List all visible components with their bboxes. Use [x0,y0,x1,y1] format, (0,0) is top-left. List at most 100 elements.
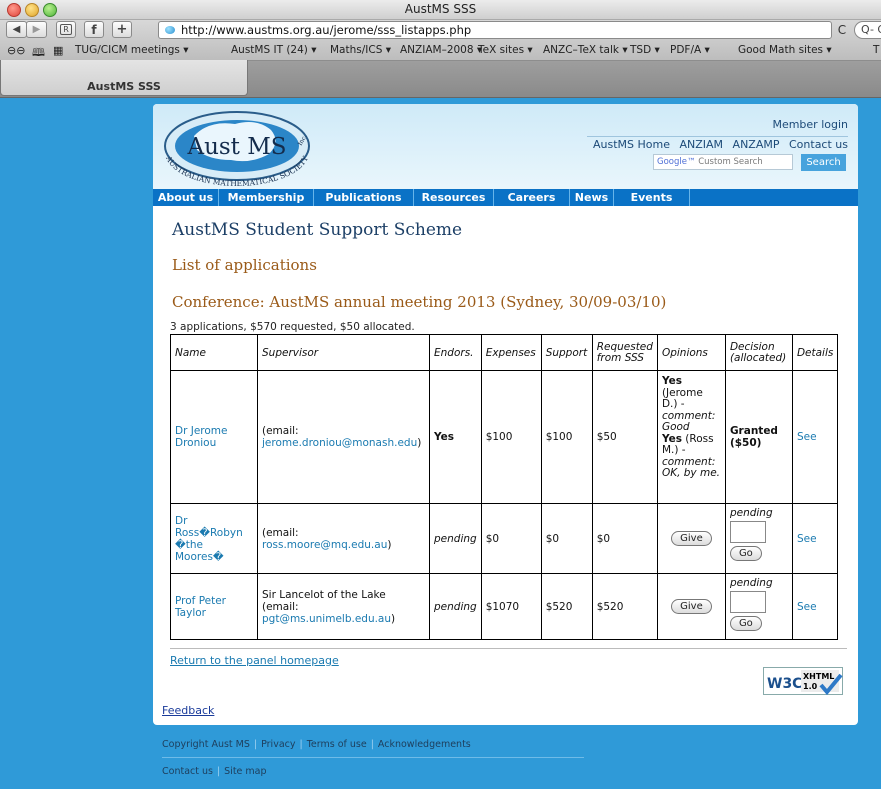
bookmark-austms-it[interactable]: AustMS IT (24) ▾ [231,44,317,56]
supervisor-email-link[interactable]: ross.moore@mq.edu.au [262,539,387,551]
address-bar[interactable]: http://www.austms.org.au/jerome/sss_list… [158,21,832,39]
austms-logo[interactable]: Aust MS AUSTRALIAN MATHEMATICAL SOCIETY … [153,108,329,190]
supervisor-cell: (email: jerome.droniou@monash.edu) [257,370,430,504]
back-arrow-icon: ◀ [12,24,21,35]
details-see-link[interactable]: See [797,601,817,613]
feedback-link[interactable]: Feedback [162,704,214,717]
content-divider [170,648,847,649]
supervisor-email-close: ) [387,538,392,551]
return-homepage-link[interactable]: Return to the panel homepage [170,654,339,667]
table-row: Dr Jerome Droniou (email: jerome.droniou… [170,370,839,504]
tab-bar: AustMS SSS [0,60,881,98]
toplink-contact-us[interactable]: Contact us [789,138,848,151]
page-title: AustMS Student Support Scheme [172,220,463,240]
supervisor-cell: (email: ross.moore@mq.edu.au) [257,503,430,574]
w3c-xhtml-badge[interactable]: W3C XHTML 1.0 [763,667,843,695]
opinion-author: (Jerome D.) - [661,386,703,410]
footer-links-primary: Copyright Aust MS | Privacy | Terms of use | A… [162,739,471,750]
browser-search-field[interactable]: Q- Goo [854,21,881,39]
nav-resources[interactable]: Resources [414,189,494,206]
table-row: Prof Peter Taylor Sir Lancelot of the La… [170,573,839,640]
bookmark-good-math-sites[interactable]: Good Math sites ▾ [738,44,832,56]
applications-table: Name Supervisor Endors. Expenses Support… [170,334,839,640]
footer-links-secondary: Contact us | Site map [162,766,267,777]
bookmark-truncated[interactable]: T [873,44,879,56]
opinion-comment: comment: OK, by me. [661,455,721,479]
nav-publications[interactable]: Publications [314,189,414,206]
nav-news[interactable]: News [570,189,614,206]
supervisor-email-label: (email: [262,526,299,539]
applicant-name-link[interactable]: Dr Ross�Robyn �the Moores� [175,515,243,563]
search-brand: Google™ [657,157,696,167]
bookmark-pdfa[interactable]: PDF/A ▾ [670,44,710,56]
allocation-input[interactable] [729,521,766,543]
supervisor-cell: Sir Lancelot of the Lake (email: pgt@ms.… [257,573,430,640]
tab-title: AustMS SSS [87,80,161,93]
bookmarklet-f-button[interactable]: f [84,21,104,38]
supervisor-email-close: ) [391,612,396,625]
details-see-link[interactable]: See [797,431,817,443]
footer-sitemap-link[interactable]: Site map [224,766,266,777]
applicant-name-link[interactable]: Prof Peter Taylor [175,595,226,619]
top-sites-grid-icon[interactable]: ▦ [53,44,63,57]
nav-membership[interactable]: Membership [219,189,314,206]
decision-cell: pending Go [724,573,793,640]
footer-contact-link[interactable]: Contact us [162,766,213,777]
decision-status: pending [729,577,773,589]
decision-cell: pending Go [724,503,793,574]
bookmark-tex-sites[interactable]: TeX sites ▾ [478,44,533,56]
member-login-link[interactable]: Member login [772,118,848,131]
endorsement-cell: Yes [429,370,482,504]
give-opinion-button[interactable]: Give [671,531,712,546]
details-see-link[interactable]: See [797,533,817,545]
support-cell: $520 [540,573,593,640]
applications-summary: 3 applications, $570 requested, $50 allo… [170,321,415,333]
footer-acknowledgements-link[interactable]: Acknowledgements [378,739,471,750]
footer-divider [162,757,584,758]
nav-events[interactable]: Events [614,189,690,206]
expenses-cell: $1070 [480,573,542,640]
supervisor-email-label: (email: [262,425,299,437]
supervisor-email-link[interactable]: pgt@ms.unimelb.edu.au [262,613,391,625]
page-content: Aust MS AUSTRALIAN MATHEMATICAL SOCIETY … [153,104,858,725]
applicant-name-link[interactable]: Dr Jerome Droniou [175,425,228,449]
glasses-icon[interactable]: ⊖⊖ [7,44,25,57]
give-opinion-button[interactable]: Give [671,599,712,614]
toplink-anzamp[interactable]: ANZAMP [733,138,780,151]
site-search-button[interactable]: Search [801,154,846,171]
table-row: Dr Ross�Robyn �the Moores� (email: ross.… [170,503,839,574]
header-endors: Endors. [429,334,482,371]
supervisor-email-link[interactable]: jerome.droniou@monash.edu [262,437,417,449]
footer-privacy-link[interactable]: Privacy [261,739,295,750]
site-header: Aust MS AUSTRALIAN MATHEMATICAL SOCIETY … [153,104,858,189]
bookmark-tug-cicm[interactable]: TUG/CICM meetings ▾ [75,44,189,56]
site-search-input[interactable]: Google™ Custom Search [653,154,793,170]
opinions-cell: Give [656,573,726,640]
decision-status: pending [729,507,773,519]
nav-careers[interactable]: Careers [494,189,570,206]
toplink-austms-home[interactable]: AustMS Home [593,138,670,151]
window-titlebar: AustMS SSS [0,0,881,20]
forward-button[interactable]: ▶ [26,21,47,38]
back-button[interactable]: ◀ [6,21,27,38]
reader-button[interactable]: R [56,21,76,38]
site-globe-icon [165,26,175,34]
toplink-anziam[interactable]: ANZIAM [679,138,723,151]
bookmark-tsd[interactable]: TSD ▾ [630,44,660,56]
footer-terms-link[interactable]: Terms of use [307,739,367,750]
supervisor-email-close: ) [417,437,422,449]
conference-heading: Conference: AustMS annual meeting 2013 (… [172,293,667,311]
new-tab-button[interactable]: + [112,21,132,38]
go-button[interactable]: Go [729,616,762,631]
endorsement-cell: pending [429,573,482,640]
bookmark-anzc-tex-talk[interactable]: ANZC–TeX talk ▾ [543,44,628,56]
svg-text:1.0: 1.0 [803,682,818,691]
allocation-input[interactable] [729,591,766,613]
nav-about-us[interactable]: About us [153,189,219,206]
supervisor-email-label: (email: [262,600,299,613]
tab-austms-sss[interactable]: AustMS SSS [0,60,248,96]
go-button[interactable]: Go [729,546,762,561]
bookmark-anziam-2008[interactable]: ANZIAM–2008 ▾ [400,44,482,56]
bookmark-maths-ics[interactable]: Maths/ICS ▾ [330,44,391,56]
reload-button[interactable]: C [834,21,850,39]
